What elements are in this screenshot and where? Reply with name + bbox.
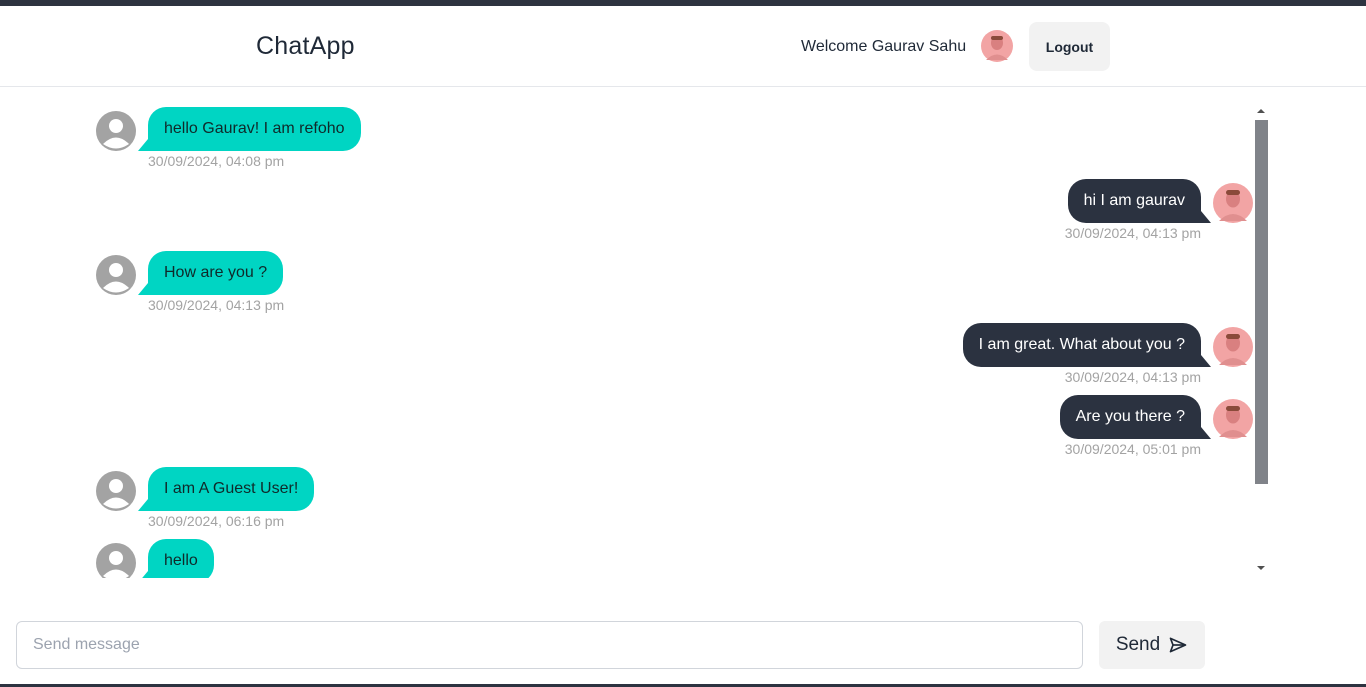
- message-bubble-incoming: I am A Guest User!: [137, 467, 315, 511]
- message-timestamp: 30/09/2024, 04:13 pm: [1064, 225, 1201, 241]
- user-avatar[interactable]: [981, 30, 1013, 62]
- chat-messages[interactable]: hello Gaurav! I am refoho 30/09/2024, 04…: [0, 87, 1366, 578]
- message-bubble-outgoing: hi I am gaurav: [1067, 179, 1212, 223]
- message-bubble-incoming: hello Gaurav! I am refoho: [138, 107, 361, 151]
- scroll-down-arrow-icon[interactable]: [1257, 566, 1265, 570]
- user-avatar-icon: [1213, 183, 1253, 223]
- message-bubble-incoming: How are you ?: [137, 251, 284, 295]
- guest-avatar-icon: [96, 111, 136, 151]
- message-timestamp: 30/09/2024, 06:16 pm: [148, 513, 285, 529]
- scroll-up-arrow-icon[interactable]: [1257, 109, 1265, 113]
- message-bubble-outgoing: Are you there ?: [1059, 395, 1212, 439]
- send-button[interactable]: Send: [1099, 621, 1205, 669]
- guest-avatar-icon: [96, 543, 136, 578]
- brand-title: ChatApp: [256, 32, 355, 60]
- navbar: ChatApp Welcome Gaurav Sahu Logout: [0, 6, 1366, 87]
- message-timestamp: 30/09/2024, 04:08 pm: [148, 153, 285, 169]
- guest-avatar-icon: [96, 255, 136, 295]
- message-composer: Send: [0, 578, 1366, 684]
- message-bubble-outgoing: I am great. What about you ?: [962, 323, 1212, 367]
- user-avatar-icon: [1213, 399, 1253, 439]
- message-timestamp: 30/09/2024, 04:13 pm: [1064, 369, 1201, 385]
- logout-button[interactable]: Logout: [1029, 22, 1110, 71]
- user-avatar-icon: [1213, 327, 1253, 367]
- paper-plane-icon: [1169, 637, 1187, 653]
- message-input[interactable]: [16, 621, 1083, 669]
- message-timestamp: 30/09/2024, 05:01 pm: [1064, 441, 1201, 457]
- guest-avatar-icon: [96, 471, 136, 511]
- message-timestamp: 30/09/2024, 04:13 pm: [148, 297, 285, 313]
- message-bubble-incoming: hello: [138, 539, 214, 578]
- scrollbar-thumb[interactable]: [1255, 120, 1268, 484]
- send-button-label: Send: [1115, 634, 1161, 655]
- welcome-text: Welcome Gaurav Sahu: [801, 38, 967, 55]
